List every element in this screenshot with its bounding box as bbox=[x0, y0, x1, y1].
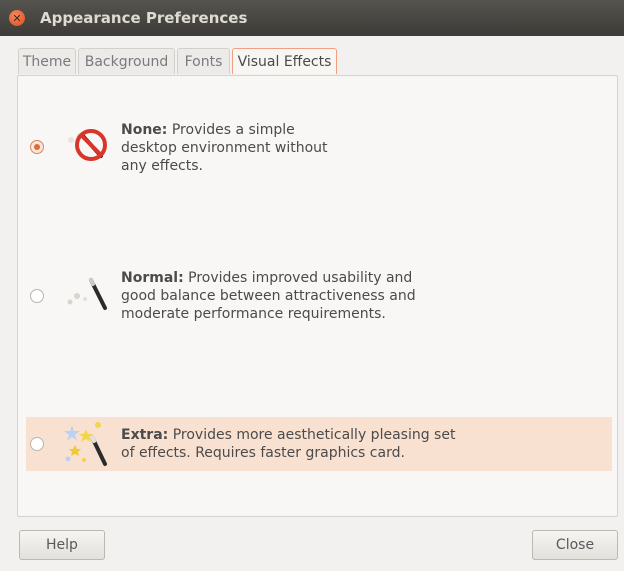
option-extra[interactable]: Extra: Provides more aesthetically pleas… bbox=[26, 417, 612, 471]
close-icon: ✕ bbox=[12, 11, 22, 25]
option-none[interactable]: None: Provides a simple desktop environm… bbox=[26, 106, 612, 176]
option-normal-line2: good balance between attractiveness and bbox=[121, 288, 416, 304]
window-title: Appearance Preferences bbox=[40, 9, 248, 27]
magic-wand-icon bbox=[64, 268, 112, 316]
option-normal-line3: moderate performance requirements. bbox=[121, 306, 386, 322]
option-extra-line2: of effects. Requires faster graphics car… bbox=[121, 445, 405, 461]
option-none-line2: desktop environment without bbox=[121, 140, 328, 156]
option-none-description: Provides a simple bbox=[171, 122, 295, 138]
option-extra-description: Provides more aesthetically pleasing set bbox=[172, 427, 456, 443]
option-none-line3: any effects. bbox=[121, 158, 203, 174]
tab-theme[interactable]: Theme bbox=[18, 48, 76, 74]
radio-none[interactable] bbox=[30, 140, 44, 154]
radio-extra[interactable] bbox=[30, 437, 44, 451]
tab-visual-effects[interactable]: Visual Effects bbox=[232, 48, 337, 74]
option-none-title: None: bbox=[121, 122, 168, 138]
tab-background[interactable]: Background bbox=[78, 48, 175, 74]
sparkle-wand-icon bbox=[64, 419, 112, 467]
radio-normal[interactable] bbox=[30, 289, 44, 303]
option-extra-title: Extra: bbox=[121, 427, 169, 443]
option-normal-description: Provides improved usability and bbox=[188, 270, 413, 286]
close-button[interactable]: Close bbox=[532, 530, 618, 560]
window-titlebar: ✕ Appearance Preferences bbox=[0, 0, 624, 36]
option-normal[interactable]: Normal: Provides improved usability and … bbox=[26, 258, 612, 328]
visual-effects-panel: None: Provides a simple desktop environm… bbox=[17, 75, 618, 517]
no-effects-icon bbox=[64, 117, 112, 165]
window-close-button[interactable]: ✕ bbox=[9, 10, 25, 26]
option-normal-title: Normal: bbox=[121, 270, 184, 286]
tab-fonts[interactable]: Fonts bbox=[177, 48, 230, 74]
help-button[interactable]: Help bbox=[19, 530, 105, 560]
